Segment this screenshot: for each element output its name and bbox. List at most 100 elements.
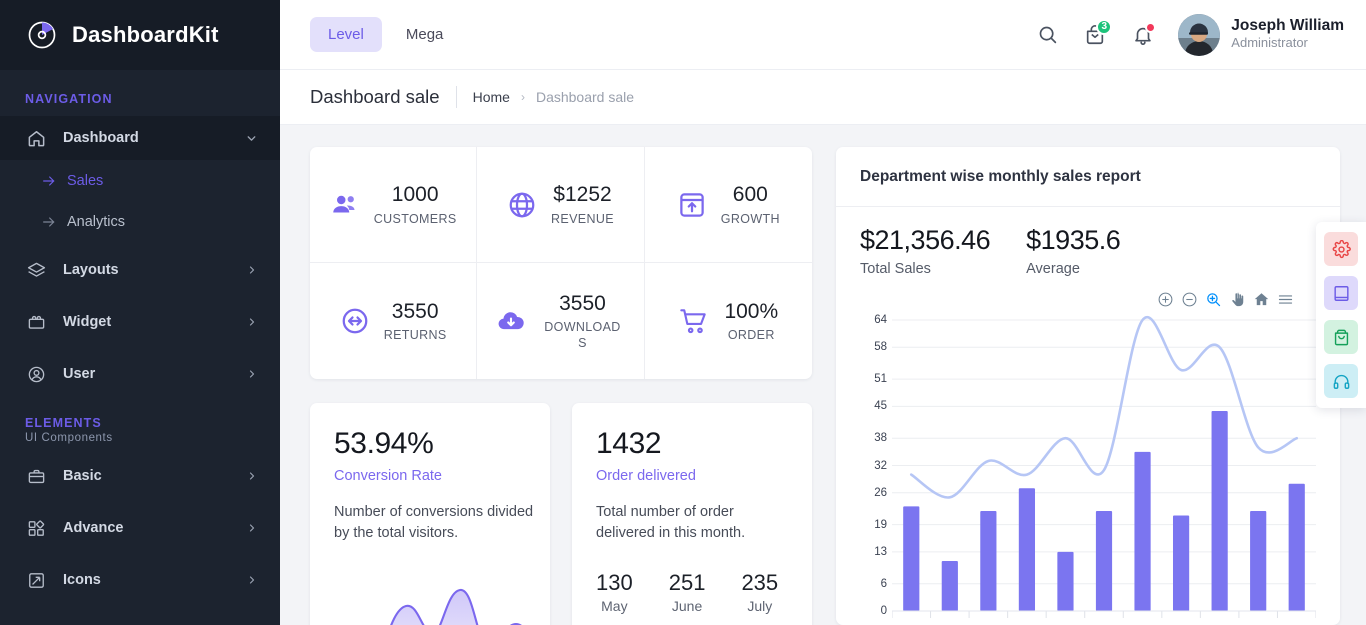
month-value: 235	[741, 570, 779, 596]
topbar-menu: Level Mega	[310, 17, 461, 52]
chevron-right-icon	[246, 316, 258, 328]
sales-report-title: Department wise monthly sales report	[860, 168, 1141, 185]
total-sales-value: $21,356.46	[860, 225, 991, 255]
average-block: $1935.6 Average	[1026, 225, 1121, 277]
bell-icon[interactable]	[1122, 14, 1164, 56]
brand-name: DashboardKit	[72, 22, 219, 47]
sidebar-item-label: Advance	[63, 520, 124, 536]
sidebar-item-sales[interactable]: Sales	[0, 160, 280, 201]
profile-menu[interactable]: Joseph William Administrator	[1178, 13, 1344, 56]
order-delivered-value: 1432	[596, 427, 662, 460]
conversion-rate-description: Number of conversions divided by the tot…	[334, 504, 534, 542]
zoom-out-icon[interactable]	[1181, 291, 1198, 308]
sidebar-item-label: Basic	[63, 468, 102, 484]
sidebar-item-advance[interactable]: Advance	[0, 506, 280, 550]
stat-text: 1000 CUSTOMERS	[374, 182, 457, 227]
selection-zoom-icon[interactable]	[1205, 291, 1222, 308]
chevron-right-icon	[246, 574, 258, 586]
sidebar: DashboardKit NAVIGATION Dashboard Sales	[0, 0, 280, 625]
brand[interactable]: DashboardKit	[0, 0, 280, 70]
arrow-right-icon	[41, 214, 67, 230]
order-delivered-description: Total number of order delivered in this …	[596, 504, 746, 542]
sidebar-item-dashboard[interactable]: Dashboard	[0, 116, 280, 160]
chart-plot-area[interactable]	[891, 312, 1317, 625]
chart-y-tick: 51	[874, 373, 887, 386]
mail-badge: 3	[1096, 18, 1113, 35]
stat-downloads[interactable]: 3550 DOWNLOADS	[477, 263, 645, 379]
stat-text: 3550 DOWNLOADS	[540, 291, 624, 352]
search-icon[interactable]	[1026, 14, 1068, 56]
book-icon[interactable]	[1324, 276, 1358, 310]
stat-order[interactable]: 100% ORDER	[645, 263, 812, 379]
cart-icon	[678, 305, 710, 337]
month-label: July	[747, 598, 773, 615]
stat-customers[interactable]: 1000 CUSTOMERS	[310, 147, 478, 263]
components-icon	[25, 517, 47, 539]
sidebar-item-label: Widget	[63, 314, 112, 330]
mini-card-row: 53.94% Conversion Rate Number of convers…	[310, 403, 812, 625]
chart-y-tick: 32	[874, 459, 887, 472]
sidebar-subitem-label: Sales	[67, 172, 104, 189]
breadcrumb-bar: Dashboard sale Home › Dashboard sale	[280, 70, 1366, 125]
page-title: Dashboard sale	[310, 86, 440, 107]
month-label: May	[601, 598, 628, 615]
pan-icon[interactable]	[1229, 291, 1246, 308]
menu-mega-button[interactable]: Mega	[388, 17, 462, 52]
sales-report-header: Department wise monthly sales report	[836, 147, 1340, 207]
zoom-in-icon[interactable]	[1157, 291, 1174, 308]
stat-value: 3550	[559, 291, 606, 315]
growth-box-icon	[677, 190, 707, 220]
bell-badge	[1145, 21, 1157, 33]
user-circle-icon	[25, 363, 47, 385]
sidebar-item-analytics[interactable]: Analytics	[0, 201, 280, 242]
dashboardkit-logo-icon	[25, 18, 59, 52]
layers-icon	[25, 259, 47, 281]
conversion-rate-card: 53.94% Conversion Rate Number of convers…	[310, 403, 550, 625]
chart-y-axis: 0 6 13 19 26 32 38 45 51 58 64	[860, 312, 892, 625]
sidebar-item-user[interactable]: User	[0, 352, 280, 396]
home-reset-icon[interactable]	[1253, 291, 1270, 308]
content: 1000 CUSTOMERS $1252 REVENUE 600 GROWTH …	[280, 125, 1366, 625]
sidebar-item-label: Layouts	[63, 262, 119, 278]
chevron-right-icon	[246, 470, 258, 482]
people-icon	[330, 190, 360, 220]
returns-icon	[340, 306, 370, 336]
main-area: Level Mega 3 Joseph William Administrato…	[280, 0, 1366, 625]
stat-growth[interactable]: 600 GROWTH	[644, 147, 812, 263]
breadcrumb-home[interactable]: Home	[473, 89, 510, 105]
cloud-download-icon	[496, 306, 526, 336]
month-value: 130	[596, 570, 633, 596]
stat-label: CUSTOMERS	[373, 211, 457, 226]
gear-icon[interactable]	[1324, 232, 1358, 266]
profile-role: Administrator	[1231, 34, 1308, 50]
sidebar-item-layouts[interactable]: Layouts	[0, 248, 280, 292]
home-icon	[25, 127, 47, 149]
sidebar-item-label: User	[63, 366, 96, 382]
stat-summary-card: 1000 CUSTOMERS $1252 REVENUE 600 GROWTH …	[310, 147, 812, 379]
order-delivered-card: 1432 Order delivered Total number of ord…	[572, 403, 812, 625]
breadcrumb-divider	[455, 86, 457, 108]
order-month-july: 235 July	[741, 570, 778, 614]
average-label: Average	[1026, 261, 1080, 277]
breadcrumb: Home › Dashboard sale	[473, 89, 634, 105]
avatar	[1178, 13, 1221, 56]
conversion-rate-subtitle: Conversion Rate	[334, 468, 442, 484]
stat-label: ORDER	[727, 328, 775, 342]
sidebar-item-icons[interactable]: Icons	[0, 558, 280, 602]
sidebar-item-widget[interactable]: Widget	[0, 300, 280, 344]
stat-revenue[interactable]: $1252 REVENUE	[477, 147, 645, 263]
stat-label: RETURNS	[383, 328, 447, 342]
order-month-june: 251 June	[669, 570, 706, 614]
menu-icon[interactable]	[1277, 291, 1294, 308]
sidebar-item-basic[interactable]: Basic	[0, 454, 280, 498]
menu-level-button[interactable]: Level	[310, 17, 382, 52]
shopping-bag-icon[interactable]	[1324, 320, 1358, 354]
chart-y-tick: 0	[880, 605, 887, 617]
month-label: June	[671, 598, 703, 615]
mail-bag-icon[interactable]: 3	[1074, 14, 1116, 56]
stat-returns[interactable]: 3550 RETURNS	[310, 263, 478, 379]
sidebar-subitem-label: Analytics	[67, 213, 126, 230]
headphones-icon[interactable]	[1324, 364, 1358, 398]
sales-plot: 0 6 13 19 26 32 38 45 51 58 64	[860, 312, 1317, 625]
profile-name: Joseph William	[1231, 17, 1344, 35]
